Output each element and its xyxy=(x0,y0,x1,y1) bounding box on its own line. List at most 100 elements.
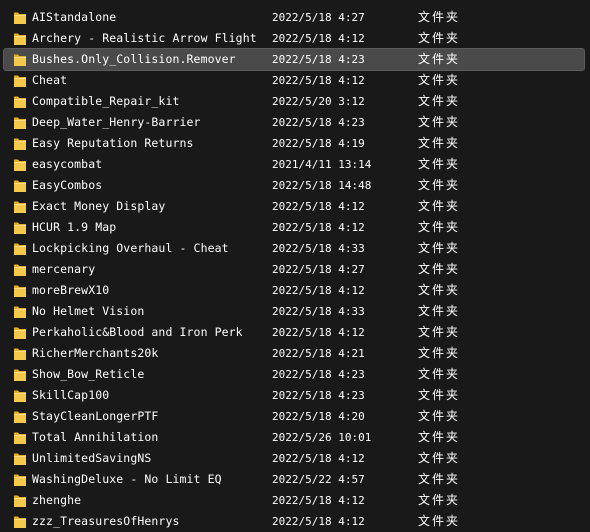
file-row-21[interactable]: UnlimitedSavingNS 2022/5/18 4:12 文件夹 xyxy=(4,448,584,469)
file-row-17[interactable]: Show_Bow_Reticle 2022/5/18 4:23 文件夹 xyxy=(4,364,584,385)
file-row-2[interactable]: Bushes.Only_Collision.Remover 2022/5/18 … xyxy=(3,48,585,71)
folder-icon xyxy=(13,241,27,256)
file-type: 文件夹 xyxy=(418,220,461,234)
file-row-3[interactable]: Cheat 2022/5/18 4:12 文件夹 xyxy=(4,70,584,91)
modified-date: 2022/5/20 3:12 xyxy=(272,95,365,108)
file-name: Total Annihilation xyxy=(32,430,159,444)
modified-date: 2022/5/18 4:27 xyxy=(272,11,365,24)
folder-icon xyxy=(13,493,27,508)
file-list: AIStandalone 2022/5/18 4:27 文件夹 Archery … xyxy=(0,0,590,529)
file-name: HCUR 1.9 Map xyxy=(32,220,117,234)
modified-date: 2022/5/18 4:12 xyxy=(272,326,365,339)
file-name: AIStandalone xyxy=(32,10,117,24)
modified-date: 2022/5/18 4:20 xyxy=(272,410,365,423)
file-row-7[interactable]: easycombat 2021/4/11 13:14 文件夹 xyxy=(4,154,584,175)
file-name: Cheat xyxy=(32,73,68,87)
folder-icon xyxy=(13,409,27,424)
folder-icon xyxy=(13,178,27,193)
modified-date: 2022/5/18 4:12 xyxy=(272,32,365,45)
file-row-1[interactable]: Archery - Realistic Arrow Flight 2022/5/… xyxy=(4,28,584,49)
file-name: mercenary xyxy=(32,262,96,276)
modified-date: 2021/4/11 13:14 xyxy=(272,158,372,171)
file-type: 文件夹 xyxy=(418,52,461,66)
file-name: easycombat xyxy=(32,157,103,171)
file-type: 文件夹 xyxy=(418,115,461,129)
file-name: WashingDeluxe - No Limit EQ xyxy=(32,472,222,486)
file-row-20[interactable]: Total Annihilation 2022/5/26 10:01 文件夹 xyxy=(4,427,584,448)
folder-icon xyxy=(13,199,27,214)
file-type: 文件夹 xyxy=(418,157,461,171)
file-type: 文件夹 xyxy=(418,73,461,87)
file-name: SkillCap100 xyxy=(32,388,110,402)
folder-icon xyxy=(13,73,27,88)
file-type: 文件夹 xyxy=(418,283,461,297)
modified-date: 2022/5/18 4:12 xyxy=(272,452,365,465)
file-row-5[interactable]: Deep_Water_Henry-Barrier 2022/5/18 4:23 … xyxy=(4,112,584,133)
file-name: Show_Bow_Reticle xyxy=(32,367,145,381)
folder-icon xyxy=(13,10,27,25)
file-row-10[interactable]: HCUR 1.9 Map 2022/5/18 4:12 文件夹 xyxy=(4,217,584,238)
file-name: UnlimitedSavingNS xyxy=(32,451,152,465)
modified-date: 2022/5/18 4:21 xyxy=(272,347,365,360)
file-name: Deep_Water_Henry-Barrier xyxy=(32,115,201,129)
file-row-4[interactable]: Compatible_Repair_kit 2022/5/20 3:12 文件夹 xyxy=(4,91,584,112)
folder-icon xyxy=(13,514,27,529)
file-row-6[interactable]: Easy Reputation Returns 2022/5/18 4:19 文… xyxy=(4,133,584,154)
file-name: EasyCombos xyxy=(32,178,103,192)
file-name: zhenghe xyxy=(32,493,82,507)
file-row-19[interactable]: StayCleanLongerPTF 2022/5/18 4:20 文件夹 xyxy=(4,406,584,427)
modified-date: 2022/5/18 4:33 xyxy=(272,242,365,255)
file-type: 文件夹 xyxy=(418,199,461,213)
folder-icon xyxy=(13,283,27,298)
file-name: Bushes.Only_Collision.Remover xyxy=(32,52,236,66)
folder-icon xyxy=(13,388,27,403)
modified-date: 2022/5/22 4:57 xyxy=(272,473,365,486)
folder-icon xyxy=(13,220,27,235)
file-row-13[interactable]: moreBrewX10 2022/5/18 4:12 文件夹 xyxy=(4,280,584,301)
file-row-22[interactable]: WashingDeluxe - No Limit EQ 2022/5/22 4:… xyxy=(4,469,584,490)
modified-date: 2022/5/18 4:12 xyxy=(272,221,365,234)
folder-icon xyxy=(13,157,27,172)
folder-icon xyxy=(13,367,27,382)
file-type: 文件夹 xyxy=(418,409,461,423)
folder-icon xyxy=(13,52,27,67)
file-row-15[interactable]: Perkaholic&Blood and Iron Perk 2022/5/18… xyxy=(4,322,584,343)
file-row-0[interactable]: AIStandalone 2022/5/18 4:27 文件夹 xyxy=(4,7,584,28)
file-row-12[interactable]: mercenary 2022/5/18 4:27 文件夹 xyxy=(4,259,584,280)
modified-date: 2022/5/18 4:23 xyxy=(272,116,365,129)
modified-date: 2022/5/18 4:27 xyxy=(272,263,365,276)
file-name: StayCleanLongerPTF xyxy=(32,409,159,423)
file-row-9[interactable]: Exact Money Display 2022/5/18 4:12 文件夹 xyxy=(4,196,584,217)
file-name: zzz_TreasuresOfHenrys xyxy=(32,514,180,528)
file-type: 文件夹 xyxy=(418,430,461,444)
file-name: Easy Reputation Returns xyxy=(32,136,194,150)
file-row-14[interactable]: No Helmet Vision 2022/5/18 4:33 文件夹 xyxy=(4,301,584,322)
file-row-8[interactable]: EasyCombos 2022/5/18 14:48 文件夹 xyxy=(4,175,584,196)
modified-date: 2022/5/18 4:12 xyxy=(272,515,365,528)
file-row-16[interactable]: RicherMerchants20k 2022/5/18 4:21 文件夹 xyxy=(4,343,584,364)
file-type: 文件夹 xyxy=(418,94,461,108)
modified-date: 2022/5/18 4:23 xyxy=(272,389,365,402)
modified-date: 2022/5/18 4:12 xyxy=(272,74,365,87)
file-type: 文件夹 xyxy=(418,262,461,276)
modified-date: 2022/5/18 4:33 xyxy=(272,305,365,318)
folder-icon xyxy=(13,325,27,340)
file-type: 文件夹 xyxy=(418,346,461,360)
file-name: moreBrewX10 xyxy=(32,283,110,297)
file-row-18[interactable]: SkillCap100 2022/5/18 4:23 文件夹 xyxy=(4,385,584,406)
file-type: 文件夹 xyxy=(418,178,461,192)
file-type: 文件夹 xyxy=(418,451,461,465)
file-row-23[interactable]: zhenghe 2022/5/18 4:12 文件夹 xyxy=(4,490,584,511)
folder-icon xyxy=(13,262,27,277)
file-name: Lockpicking Overhaul - Cheat xyxy=(32,241,229,255)
folder-icon xyxy=(13,115,27,130)
folder-icon xyxy=(13,430,27,445)
file-type: 文件夹 xyxy=(418,388,461,402)
modified-date: 2022/5/18 4:12 xyxy=(272,200,365,213)
modified-date: 2022/5/18 4:12 xyxy=(272,284,365,297)
folder-icon xyxy=(13,472,27,487)
modified-date: 2022/5/18 4:19 xyxy=(272,137,365,150)
file-row-11[interactable]: Lockpicking Overhaul - Cheat 2022/5/18 4… xyxy=(4,238,584,259)
folder-icon xyxy=(13,136,27,151)
file-type: 文件夹 xyxy=(418,31,461,45)
